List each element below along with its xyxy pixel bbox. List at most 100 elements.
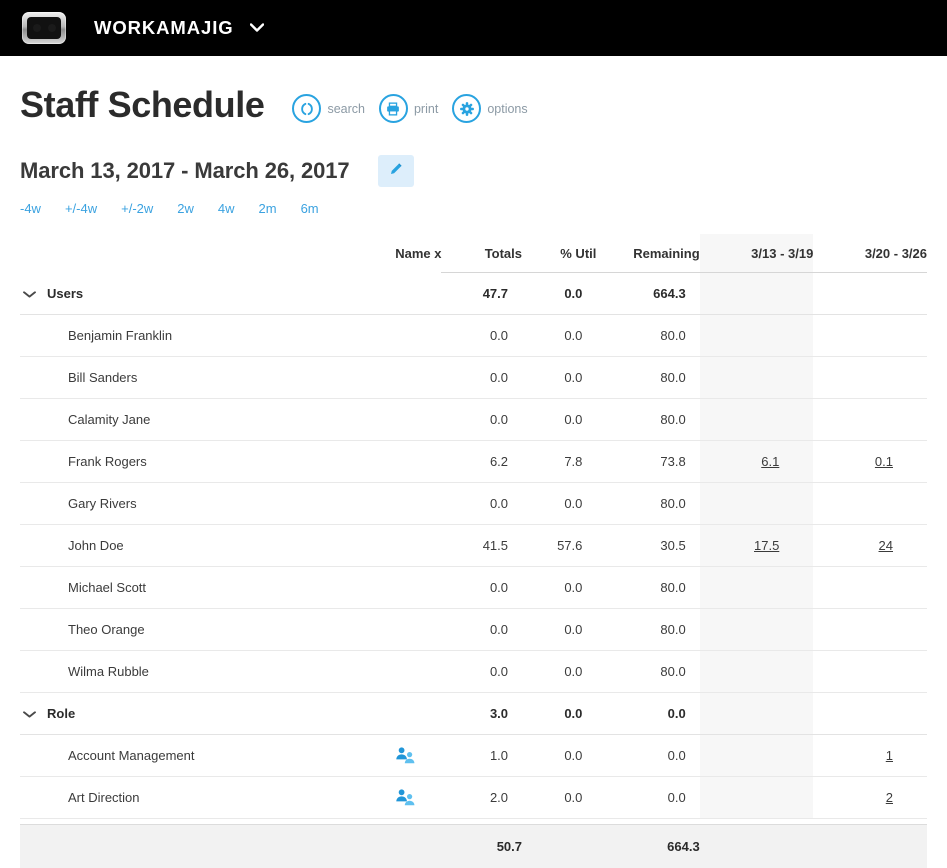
- row-util-cell: 0.0: [522, 399, 596, 441]
- row-week-1-cell: [700, 693, 814, 735]
- row-name-label: Benjamin Franklin: [68, 328, 172, 343]
- search-icon[interactable]: [292, 94, 321, 123]
- footer-totals: 50.7: [441, 825, 522, 868]
- row-week-2-cell[interactable]: 1: [813, 735, 927, 777]
- row-name-label: Users: [47, 286, 83, 301]
- row-name-cell[interactable]: Role: [20, 693, 371, 735]
- row-week-2-cell[interactable]: 24: [813, 525, 927, 567]
- column-header-name[interactable]: Name x: [20, 234, 441, 273]
- row-week-1-cell: [700, 567, 814, 609]
- chevron-down-icon[interactable]: [23, 289, 37, 301]
- quick-range-link[interactable]: 6m: [301, 201, 319, 216]
- row-icon-cell-empty: [371, 315, 441, 357]
- quick-range-link[interactable]: 2m: [259, 201, 277, 216]
- quick-range-link[interactable]: 2w: [177, 201, 194, 216]
- print-label: print: [414, 102, 438, 116]
- row-name-cell: John Doe: [20, 525, 371, 567]
- search-label: search: [327, 102, 365, 116]
- search-action[interactable]: search: [292, 94, 365, 123]
- options-label: options: [487, 102, 527, 116]
- row-week-1-cell-link[interactable]: 6.1: [761, 454, 779, 469]
- row-totals-cell: 0.0: [441, 609, 522, 651]
- row-name-label: Michael Scott: [68, 580, 146, 595]
- column-header-week-2[interactable]: 3/20 - 3/26: [813, 234, 927, 273]
- edit-date-range-button[interactable]: [378, 155, 414, 187]
- row-totals-cell: 0.0: [441, 399, 522, 441]
- table-footer-row: 50.7 664.3: [20, 825, 927, 868]
- quick-range-link[interactable]: +/-2w: [121, 201, 153, 216]
- table-row: Bill Sanders0.00.080.0: [20, 357, 927, 399]
- table-row: Frank Rogers6.27.873.86.10.1: [20, 441, 927, 483]
- row-icon-cell-empty: [371, 609, 441, 651]
- row-name-label: Gary Rivers: [68, 496, 137, 511]
- quick-range-link[interactable]: -4w: [20, 201, 41, 216]
- people-group-icon[interactable]: [371, 735, 441, 777]
- row-totals-cell: 0.0: [441, 483, 522, 525]
- robot-logo-face: [27, 17, 61, 39]
- row-name-label: Bill Sanders: [68, 370, 137, 385]
- row-name-label: Role: [47, 706, 75, 721]
- row-week-1-cell-link[interactable]: 17.5: [754, 538, 779, 553]
- row-icon-cell-empty: [371, 567, 441, 609]
- row-week-1-cell: [700, 651, 814, 693]
- quick-range-link[interactable]: 4w: [218, 201, 235, 216]
- row-name-cell[interactable]: Users: [20, 273, 371, 315]
- row-icon-cell-empty: [371, 273, 441, 315]
- print-icon[interactable]: [379, 94, 408, 123]
- robot-logo-icon[interactable]: [22, 12, 66, 44]
- robot-eye-left: [33, 24, 41, 32]
- row-week-2-cell[interactable]: 2: [813, 777, 927, 819]
- chevron-down-icon[interactable]: [23, 709, 37, 721]
- table-header-row: Name x Totals % Util Remaining 3/13 - 3/…: [20, 234, 927, 273]
- row-week-2-cell: [813, 483, 927, 525]
- chevron-down-icon[interactable]: [250, 19, 264, 35]
- row-icon-cell-empty: [371, 441, 441, 483]
- row-totals-cell: 0.0: [441, 357, 522, 399]
- row-util-cell: 0.0: [522, 735, 596, 777]
- row-week-2-cell: [813, 651, 927, 693]
- column-header-remaining[interactable]: Remaining: [596, 234, 699, 273]
- row-name-label: Calamity Jane: [68, 412, 150, 427]
- column-header-week-1[interactable]: 3/13 - 3/19: [700, 234, 814, 273]
- brand-label: WORKAMAJIG: [94, 17, 234, 38]
- row-name-cell: Frank Rogers: [20, 441, 371, 483]
- table-row: Calamity Jane0.00.080.0: [20, 399, 927, 441]
- people-group-icon[interactable]: [371, 777, 441, 819]
- table-header: Name x Totals % Util Remaining 3/13 - 3/…: [20, 234, 927, 273]
- row-util-cell: 57.6: [522, 525, 596, 567]
- row-week-2-cell-link[interactable]: 1: [886, 748, 893, 763]
- row-remaining-cell: 80.0: [596, 609, 699, 651]
- row-util-cell: 0.0: [522, 609, 596, 651]
- row-week-2-cell[interactable]: 0.1: [813, 441, 927, 483]
- row-remaining-cell: 664.3: [596, 273, 699, 315]
- row-week-2-cell-link[interactable]: 24: [879, 538, 893, 553]
- row-util-cell: 0.0: [522, 315, 596, 357]
- row-week-2-cell-link[interactable]: 0.1: [875, 454, 893, 469]
- row-name-label: John Doe: [68, 538, 124, 553]
- gear-icon[interactable]: [452, 94, 481, 123]
- row-week-1-cell[interactable]: 6.1: [700, 441, 814, 483]
- footer-util: [522, 825, 596, 868]
- row-totals-cell: 1.0: [441, 735, 522, 777]
- quick-range-link[interactable]: +/-4w: [65, 201, 97, 216]
- row-week-2-cell: [813, 609, 927, 651]
- row-name-cell: Theo Orange: [20, 609, 371, 651]
- row-week-1-cell[interactable]: 17.5: [700, 525, 814, 567]
- row-remaining-cell: 80.0: [596, 315, 699, 357]
- row-week-1-cell: [700, 273, 814, 315]
- print-action[interactable]: print: [379, 94, 438, 123]
- column-header-totals[interactable]: Totals: [441, 234, 522, 273]
- table-row: Michael Scott0.00.080.0: [20, 567, 927, 609]
- row-totals-cell: 6.2: [441, 441, 522, 483]
- row-totals-cell: 47.7: [441, 273, 522, 315]
- row-week-2-cell-link[interactable]: 2: [886, 790, 893, 805]
- brand-menu[interactable]: WORKAMAJIG: [94, 17, 264, 39]
- page-title: Staff Schedule: [20, 87, 264, 123]
- row-week-2-cell: [813, 567, 927, 609]
- row-week-1-cell: [700, 315, 814, 357]
- options-action[interactable]: options: [452, 94, 527, 123]
- footer-week-1: [700, 825, 814, 868]
- table-body: Users47.70.0664.3Benjamin Franklin0.00.0…: [20, 273, 927, 819]
- column-header-util[interactable]: % Util: [522, 234, 596, 273]
- date-range-label: March 13, 2017 - March 26, 2017: [20, 158, 350, 184]
